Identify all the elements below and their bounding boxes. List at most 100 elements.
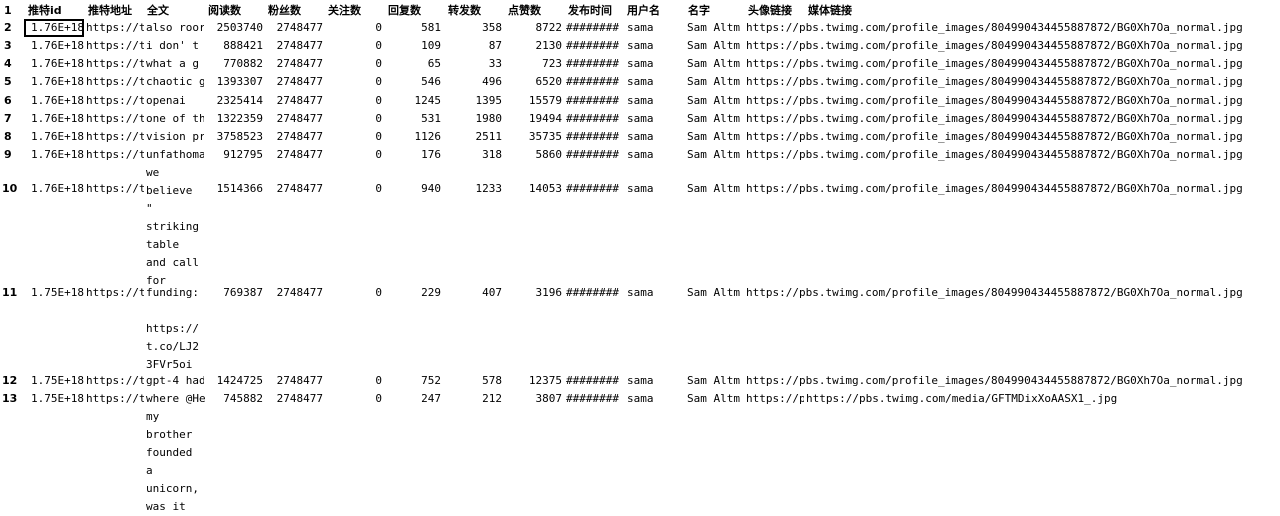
cell-followers[interactable]: 2748477 xyxy=(266,19,323,37)
cell-name[interactable]: Sam Altm xyxy=(687,284,745,302)
cell-publish-time[interactable]: ######## xyxy=(566,110,626,128)
header-followers[interactable]: 粉丝数 xyxy=(268,2,301,20)
row-number-11[interactable]: 11 xyxy=(2,284,17,302)
cell-retweets[interactable]: 318 xyxy=(446,146,502,164)
cell-retweets[interactable]: 358 xyxy=(446,19,502,37)
cell-reads[interactable]: 769387 xyxy=(206,284,263,302)
cell-retweets[interactable]: 1233 xyxy=(446,180,503,198)
cell-tweet-url[interactable]: https://t xyxy=(86,146,144,164)
cell-avatar-link[interactable]: https://pbs.twimg.com/profile_images/804… xyxy=(746,128,1266,146)
cell-followers[interactable]: 2748477 xyxy=(266,92,323,110)
cell-likes[interactable]: 5860 xyxy=(506,146,563,164)
cell-replies[interactable]: 940 xyxy=(386,180,441,198)
cell-username[interactable]: sama xyxy=(627,110,685,128)
cell-tweet-id[interactable]: 1.76E+18 xyxy=(24,19,84,37)
cell-full-text[interactable]: one of th xyxy=(146,110,204,128)
row-number-9[interactable]: 9 xyxy=(4,146,12,164)
header-full-text[interactable]: 全文 xyxy=(147,2,169,20)
cell-avatar-link[interactable]: https://pbs.twimg.com/profile_images/804… xyxy=(746,92,1266,110)
cell-avatar-link[interactable]: https://pbs.twimg.com/profile_images/804… xyxy=(746,372,1266,390)
cell-following[interactable]: 0 xyxy=(330,284,382,302)
cell-tweet-id[interactable]: 1.76E+18 xyxy=(24,110,84,128)
cell-retweets[interactable]: 87 xyxy=(446,37,502,55)
row-number-10[interactable]: 10 xyxy=(2,180,17,198)
cell-username[interactable]: sama xyxy=(627,180,685,198)
cell-avatar-link[interactable]: https://pbs.twimg.com/profile_images/804… xyxy=(746,37,1266,55)
cell-likes[interactable]: 2130 xyxy=(506,37,563,55)
row-number-1[interactable]: 1 xyxy=(4,2,12,20)
header-avatar-link[interactable]: 头像链接 xyxy=(748,2,792,20)
cell-likes[interactable]: 15579 xyxy=(506,92,562,110)
cell-following[interactable]: 0 xyxy=(330,55,382,73)
cell-username[interactable]: sama xyxy=(627,92,685,110)
cell-tweet-url[interactable]: https://t xyxy=(86,55,144,73)
cell-full-text[interactable]: where @He my brother founded a unicorn, … xyxy=(146,390,206,516)
cell-tweet-url[interactable]: https://t xyxy=(86,372,144,390)
header-tweet-id[interactable]: 推特id xyxy=(28,2,62,20)
cell-tweet-url[interactable]: https://t xyxy=(86,180,144,198)
cell-reads[interactable]: 745882 xyxy=(206,390,263,408)
cell-name[interactable]: Sam Altm xyxy=(687,37,745,55)
cell-likes[interactable]: 6520 xyxy=(506,73,563,91)
row-number-5[interactable]: 5 xyxy=(4,73,12,91)
header-name[interactable]: 名字 xyxy=(688,2,710,20)
cell-replies[interactable]: 531 xyxy=(386,110,441,128)
cell-username[interactable]: sama xyxy=(627,19,685,37)
cell-avatar-link[interactable]: https://pbs.twimg.com/profile_images/804… xyxy=(746,19,1266,37)
cell-publish-time[interactable]: ######## xyxy=(566,372,626,390)
cell-name[interactable]: Sam Altm xyxy=(687,73,745,91)
cell-likes[interactable]: 12375 xyxy=(506,372,562,390)
cell-replies[interactable]: 65 xyxy=(386,55,441,73)
cell-likes[interactable]: 8722 xyxy=(506,19,563,37)
cell-tweet-id[interactable]: 1.75E+18 xyxy=(24,372,84,390)
cell-avatar-link[interactable]: https://pbs.twimg.com/profile_images/804… xyxy=(746,146,1266,164)
cell-followers[interactable]: 2748477 xyxy=(266,146,323,164)
cell-followers[interactable]: 2748477 xyxy=(266,372,323,390)
cell-full-text[interactable]: vision pr xyxy=(146,128,204,146)
cell-followers[interactable]: 2748477 xyxy=(266,110,323,128)
cell-publish-time[interactable]: ######## xyxy=(566,73,626,91)
cell-likes[interactable]: 35735 xyxy=(506,128,562,146)
cell-reads[interactable]: 1393307 xyxy=(206,73,263,91)
cell-name[interactable]: Sam Altm xyxy=(687,128,745,146)
row-number-6[interactable]: 6 xyxy=(4,92,12,110)
cell-tweet-url[interactable]: https://t xyxy=(86,284,144,302)
cell-tweet-url[interactable]: https://t xyxy=(86,73,144,91)
cell-media-link[interactable]: https://pbs.twimg.com/media/GFTMDixXoAAS… xyxy=(806,390,1246,408)
cell-reads[interactable]: 1322359 xyxy=(206,110,263,128)
cell-following[interactable]: 0 xyxy=(330,37,382,55)
cell-publish-time[interactable]: ######## xyxy=(566,55,626,73)
cell-full-text[interactable]: i don' t xyxy=(146,37,204,55)
cell-retweets[interactable]: 496 xyxy=(446,73,502,91)
cell-avatar-link[interactable]: https://pbs.twimg.com/profile_images/804… xyxy=(746,110,1266,128)
row-number-3[interactable]: 3 xyxy=(4,37,12,55)
cell-publish-time[interactable]: ######## xyxy=(566,146,626,164)
cell-tweet-id[interactable]: 1.76E+18 xyxy=(24,128,84,146)
cell-following[interactable]: 0 xyxy=(330,73,382,91)
cell-publish-time[interactable]: ######## xyxy=(566,37,626,55)
cell-followers[interactable]: 2748477 xyxy=(266,390,323,408)
cell-avatar-link[interactable]: https://pbs.twimg.com/profile_images/804… xyxy=(746,180,1266,198)
cell-tweet-url[interactable]: https://t xyxy=(86,19,144,37)
cell-name[interactable]: Sam Altm xyxy=(687,19,745,37)
cell-following[interactable]: 0 xyxy=(330,146,382,164)
cell-replies[interactable]: 109 xyxy=(386,37,441,55)
cell-publish-time[interactable]: ######## xyxy=(566,390,626,408)
cell-likes[interactable]: 3196 xyxy=(506,284,563,302)
cell-tweet-url[interactable]: https://t xyxy=(86,92,144,110)
row-number-4[interactable]: 4 xyxy=(4,55,12,73)
cell-username[interactable]: sama xyxy=(627,284,685,302)
cell-name[interactable]: Sam Altm xyxy=(687,55,745,73)
cell-likes[interactable]: 14053 xyxy=(506,180,562,198)
cell-publish-time[interactable]: ######## xyxy=(566,19,626,37)
cell-replies[interactable]: 229 xyxy=(386,284,441,302)
cell-username[interactable]: sama xyxy=(627,73,685,91)
header-publish-time[interactable]: 发布时间 xyxy=(568,2,612,20)
cell-tweet-id[interactable]: 1.76E+18 xyxy=(24,146,84,164)
cell-name[interactable]: Sam Altm xyxy=(687,372,745,390)
cell-tweet-url[interactable]: https://t xyxy=(86,128,144,146)
cell-likes[interactable]: 723 xyxy=(506,55,562,73)
cell-name[interactable]: Sam Altm xyxy=(687,180,745,198)
cell-tweet-url[interactable]: https://t xyxy=(86,390,144,408)
header-reads[interactable]: 阅读数 xyxy=(208,2,241,20)
